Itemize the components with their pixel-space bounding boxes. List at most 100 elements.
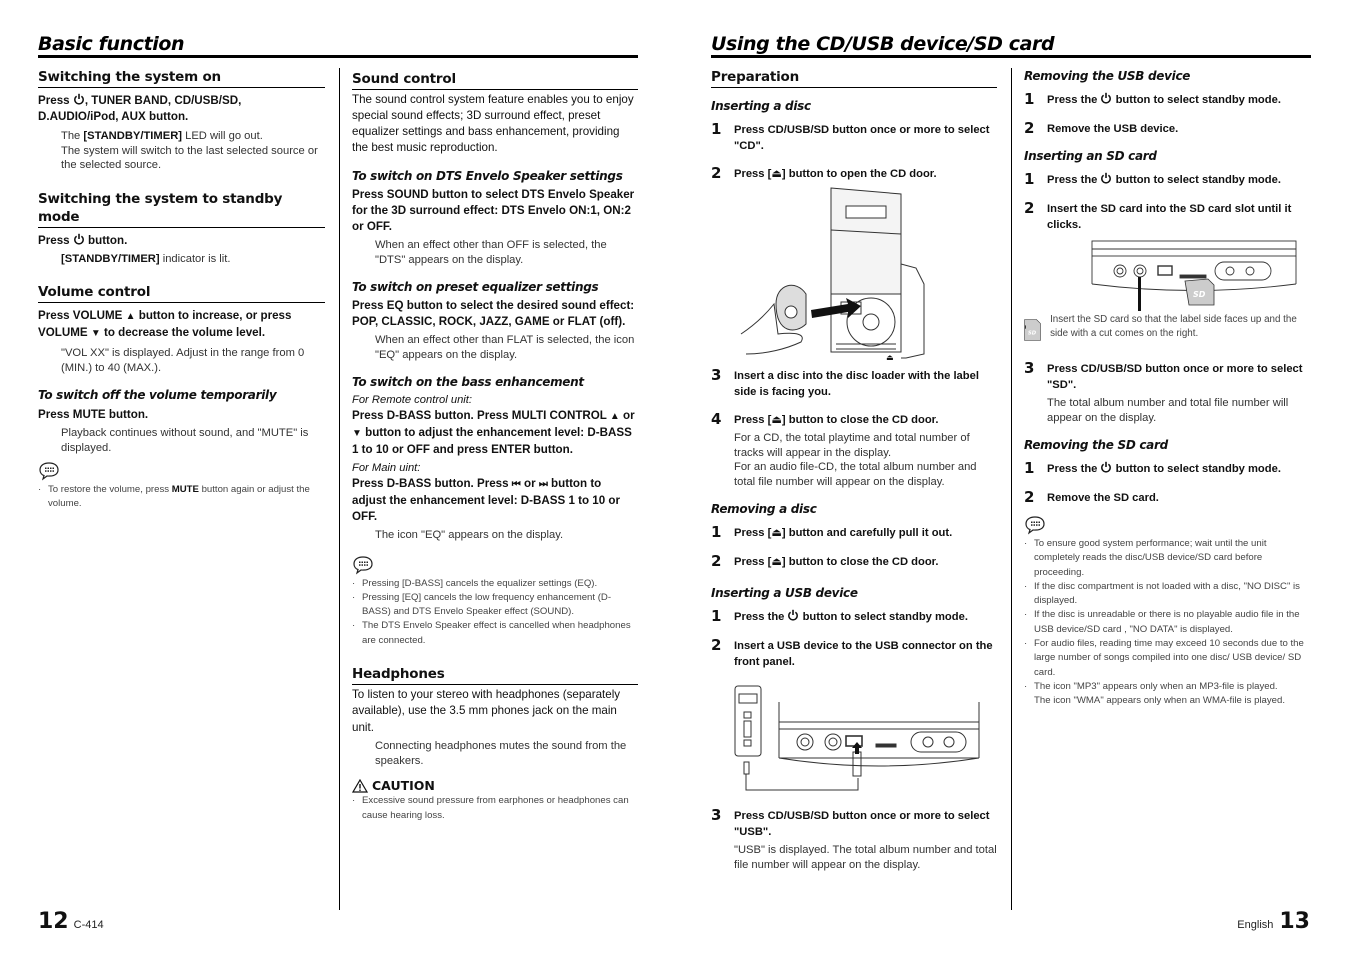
step-number: 1 bbox=[1024, 170, 1035, 188]
step-note: For an audio file-CD, the total album nu… bbox=[734, 461, 977, 488]
step-number: 1 bbox=[711, 120, 722, 138]
language-label: English bbox=[1237, 919, 1274, 931]
warning-icon bbox=[352, 778, 368, 793]
step-text: Press the button to select standby mode. bbox=[1047, 172, 1311, 188]
down-arrow-icon: ▼ bbox=[352, 428, 362, 439]
text-bold: MUTE bbox=[171, 484, 199, 495]
step-insert-sd-3: 3 Press CD/USB/SD button once or more to… bbox=[1024, 359, 1311, 425]
eject-icon: ⏏ bbox=[771, 168, 782, 180]
text: button to adjust the enhancement level: … bbox=[352, 426, 632, 456]
text: button to select standby mode. bbox=[1112, 174, 1281, 186]
up-arrow-icon: ▲ bbox=[609, 411, 620, 422]
step-text: Press the button to select standby mode. bbox=[1047, 92, 1311, 108]
column-divider bbox=[339, 68, 340, 910]
step-text: Press [⏏] button to close the CD door. bbox=[734, 554, 997, 570]
page-title-left: Basic function bbox=[38, 33, 185, 55]
step-text: Press the button to select standby mode. bbox=[734, 609, 997, 625]
caution-header: CAUTION bbox=[352, 778, 638, 793]
heading-standby: Switching the system to standby mode bbox=[38, 190, 325, 228]
column-preparation: Preparation Inserting a disc 1 Press CD/… bbox=[711, 68, 997, 872]
power-icon bbox=[73, 93, 85, 105]
step-number: 2 bbox=[711, 164, 722, 182]
usb-insert-illustration bbox=[734, 685, 980, 791]
memo-icon bbox=[352, 555, 374, 575]
step-text: Press [⏏] button and carefully pull it o… bbox=[734, 525, 997, 541]
sd-label: SD bbox=[1193, 290, 1206, 299]
heading-removing-sd: Removing the SD card bbox=[1024, 438, 1168, 452]
step-number: 1 bbox=[1024, 90, 1035, 108]
step-text: Insert a USB device to the USB connector… bbox=[734, 640, 993, 668]
memo-item: To restore the volume, press MUTE button… bbox=[38, 483, 325, 512]
note-source: The system will switch to the last selec… bbox=[61, 144, 318, 172]
sd-card-icon: SD bbox=[1024, 319, 1041, 341]
step-text: Press [⏏] button to open the CD door. bbox=[734, 166, 997, 182]
section-switching-on: Switching the system on Press , TUNER BA… bbox=[38, 68, 325, 173]
instruction-volume: Press VOLUME ▲ button to increase, or pr… bbox=[38, 308, 325, 342]
step-number: 2 bbox=[1024, 488, 1035, 506]
power-icon bbox=[73, 233, 85, 245]
step-remove-usb-1: 1 Press the button to select standby mod… bbox=[1024, 90, 1311, 108]
eject-icon: ⏏ bbox=[771, 556, 782, 568]
note-eq: When an effect other than FLAT is select… bbox=[375, 334, 635, 361]
heading-dts: To switch on DTS Envelo Speaker settings bbox=[352, 169, 623, 183]
step-text: Insert a disc into the disc loader with … bbox=[734, 370, 979, 398]
memo-list-sound: Pressing [D-BASS] cancels the equalizer … bbox=[352, 577, 638, 648]
memo-item: To ensure good system performance; wait … bbox=[1024, 537, 1311, 580]
step-number: 3 bbox=[711, 366, 722, 384]
step-insert-disc-3: 3 Insert a disc into the disc loader wit… bbox=[711, 366, 997, 400]
memo-icon bbox=[1024, 515, 1046, 535]
step-number: 4 bbox=[711, 410, 722, 428]
step-number: 2 bbox=[711, 552, 722, 570]
text: Press [ bbox=[734, 414, 772, 426]
eject-icon: ⏏ bbox=[771, 527, 782, 539]
memo-list-media: To ensure good system performance; wait … bbox=[1024, 537, 1311, 709]
note-main-unit: The icon "EQ" appears on the display. bbox=[375, 529, 564, 541]
eject-icon: ⏏ bbox=[771, 414, 782, 426]
step-insert-usb-1: 1 Press the button to select standby mod… bbox=[711, 607, 997, 625]
step-remove-usb-2: 2 Remove the USB device. bbox=[1024, 119, 1311, 137]
note-headphones: Connecting headphones mutes the sound fr… bbox=[375, 740, 627, 767]
step-number: 2 bbox=[711, 636, 722, 654]
memo-icon bbox=[38, 461, 60, 481]
text: Press [ bbox=[734, 168, 772, 180]
memo-item: If the disc is unreadable or there is no… bbox=[1024, 608, 1311, 637]
text: The bbox=[61, 130, 84, 142]
power-icon bbox=[787, 609, 799, 621]
text: button to select standby mode. bbox=[1112, 463, 1281, 475]
step-note: "USB" is displayed. The total album numb… bbox=[734, 844, 997, 871]
text: ] button to close the CD door. bbox=[781, 556, 939, 568]
heading-volume: Volume control bbox=[38, 283, 325, 303]
step-number: 3 bbox=[711, 806, 722, 824]
memo-list-volume: To restore the volume, press MUTE button… bbox=[38, 483, 325, 512]
text: ] button to close the CD door. bbox=[781, 414, 939, 426]
previous-track-icon: ⏮ bbox=[511, 479, 521, 490]
note-mute: Playback continues without sound, and "M… bbox=[61, 427, 309, 454]
heading-inserting-usb: Inserting a USB device bbox=[711, 586, 858, 600]
step-text: Press CD/USB/SD button once or more to s… bbox=[734, 810, 990, 838]
page-number-left: 12 bbox=[38, 909, 69, 934]
memo-item: Pressing [D-BASS] cancels the equalizer … bbox=[352, 577, 638, 592]
label-remote: For Remote control unit: bbox=[352, 394, 473, 406]
caution-label: CAUTION bbox=[372, 778, 435, 794]
title-rule-right bbox=[711, 55, 1311, 58]
text: Press D-BASS button. Press MULTI CONTROL bbox=[352, 409, 610, 422]
step-insert-usb-3: 3 Press CD/USB/SD button once or more to… bbox=[711, 806, 997, 872]
text: button to select standby mode. bbox=[1112, 94, 1281, 106]
step-number: 1 bbox=[711, 523, 722, 541]
step-note: The total album number and total file nu… bbox=[1047, 397, 1289, 424]
caution-list: Excessive sound pressure from earphones … bbox=[352, 794, 638, 823]
memo-item: The DTS Envelo Speaker effect is cancell… bbox=[352, 619, 638, 648]
text: button to select standby mode. bbox=[799, 611, 968, 623]
headphones-intro: To listen to your stereo with headphones… bbox=[352, 687, 621, 734]
note-dts: When an effect other than OFF is selecte… bbox=[375, 239, 607, 266]
page-title-right: Using the CD/USB device/SD card bbox=[711, 33, 1055, 55]
step-remove-disc-1: 1 Press [⏏] button and carefully pull it… bbox=[711, 523, 997, 541]
step-text: Remove the USB device. bbox=[1047, 123, 1179, 135]
power-icon bbox=[1100, 461, 1112, 473]
text: Press the bbox=[734, 611, 788, 623]
column-usb-sd: Removing the USB device 1 Press the butt… bbox=[1024, 68, 1311, 709]
text: To restore the volume, press bbox=[48, 484, 172, 495]
note-standby: [STANDBY/TIMER] indicator is lit. bbox=[38, 252, 325, 267]
instruction-dts: Press SOUND button to select DTS Envelo … bbox=[352, 188, 635, 233]
text: to decrease the volume level. bbox=[100, 326, 266, 339]
